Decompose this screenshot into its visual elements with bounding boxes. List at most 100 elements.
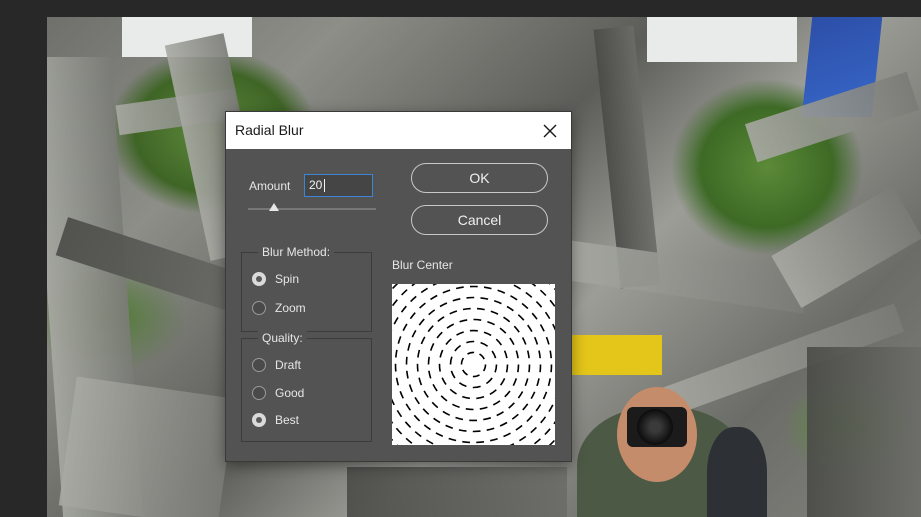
spin-arc — [479, 353, 485, 360]
amount-slider-thumb[interactable] — [268, 203, 279, 211]
spin-arc — [413, 414, 421, 422]
metal-beam — [771, 186, 921, 308]
amount-value: 20 — [309, 178, 323, 192]
radio-spin-button[interactable] — [252, 272, 266, 286]
ok-button[interactable]: OK — [411, 163, 548, 193]
spin-arc — [525, 291, 533, 298]
spin-arc — [540, 416, 547, 424]
amount-slider-track[interactable] — [248, 208, 376, 210]
spin-arc — [506, 305, 514, 312]
blur-center-label: Blur Center — [392, 258, 453, 272]
spin-arc — [536, 378, 540, 387]
quality-legend: Quality: — [258, 331, 307, 345]
radio-best-button[interactable] — [252, 413, 266, 427]
dialog-title: Radial Blur — [235, 122, 304, 138]
spin-arc — [522, 403, 529, 411]
spin-arc — [496, 411, 504, 417]
sky-patch — [647, 17, 797, 62]
spin-arc — [397, 336, 402, 344]
spin-arc — [395, 427, 403, 435]
radio-good-button[interactable] — [252, 386, 266, 400]
spin-arc — [539, 289, 547, 297]
spin-arc — [542, 391, 548, 400]
spin-arc — [530, 391, 536, 400]
text-caret — [324, 179, 325, 192]
spin-arc — [503, 350, 508, 359]
spin-arc — [430, 294, 438, 301]
spin-arc — [452, 298, 461, 302]
spin-arc — [450, 370, 456, 379]
spin-arc — [435, 432, 444, 437]
spin-arc — [482, 364, 487, 372]
close-icon[interactable] — [535, 116, 565, 146]
spin-arc — [495, 338, 503, 346]
spin-arc — [439, 302, 448, 308]
spin-arc — [438, 363, 441, 372]
spin-arc — [462, 307, 471, 311]
spin-arc — [472, 385, 481, 389]
spin-arc — [455, 416, 464, 421]
spin-arc — [480, 297, 489, 300]
spin-arc — [452, 403, 460, 409]
spin-arc — [462, 395, 470, 400]
spin-arc — [410, 295, 417, 303]
radio-best-label: Best — [275, 413, 300, 427]
radio-draft-button[interactable] — [252, 358, 266, 372]
spin-arc — [395, 377, 400, 386]
spin-arc — [392, 299, 398, 307]
spin-arc — [406, 370, 409, 379]
spin-arc — [531, 312, 538, 320]
radio-spin[interactable]: Spin — [252, 270, 299, 288]
spin-arc — [409, 312, 416, 320]
spin-arc — [505, 364, 509, 373]
spin-arc — [503, 432, 511, 438]
metal-beam — [807, 347, 921, 517]
dialog-titlebar[interactable]: Radial Blur — [226, 112, 571, 149]
spin-arc — [511, 413, 519, 420]
spin-arc — [411, 284, 416, 287]
spin-arc — [411, 329, 417, 338]
spin-arc — [428, 309, 436, 316]
spin-arc — [548, 439, 555, 445]
spin-arc — [513, 325, 520, 333]
spin-arc — [392, 284, 399, 290]
spin-arc — [442, 289, 451, 294]
spin-arc — [485, 377, 493, 385]
spin-arc — [553, 421, 555, 425]
blur-center-preview[interactable] — [392, 284, 555, 445]
spin-arc — [448, 437, 457, 442]
spin-arc — [509, 337, 515, 346]
spin-arc — [486, 427, 495, 431]
cancel-button[interactable]: Cancel — [411, 205, 548, 235]
radio-zoom-label: Zoom — [275, 301, 306, 315]
spin-arc — [483, 417, 492, 421]
spin-arc — [549, 299, 555, 307]
spin-arc — [418, 318, 425, 326]
metal-beam — [565, 240, 809, 314]
radio-draft[interactable]: Draft — [252, 356, 301, 374]
spin-arc — [549, 350, 552, 359]
spin-arc — [427, 356, 430, 365]
radio-good[interactable]: Good — [252, 384, 304, 402]
spin-arc — [419, 302, 426, 309]
spin-arc — [530, 426, 537, 434]
spin-arc — [392, 438, 394, 442]
spin-arc — [512, 378, 518, 386]
spin-arc — [428, 370, 432, 379]
spin-arc — [454, 344, 462, 352]
spin-arc — [427, 325, 434, 333]
spin-arc — [467, 351, 475, 355]
radio-zoom[interactable]: Zoom — [252, 299, 306, 317]
amount-input[interactable]: 20 — [304, 174, 373, 197]
spin-arc — [423, 390, 429, 398]
spin-arc — [414, 397, 420, 405]
spin-arc — [535, 404, 542, 412]
spin-arc — [460, 357, 465, 365]
amount-label: Amount — [249, 179, 291, 193]
radio-best[interactable]: Best — [252, 411, 299, 429]
spin-arc — [544, 428, 551, 436]
spin-arc — [517, 314, 525, 321]
radio-zoom-button[interactable] — [252, 301, 266, 315]
spin-arc — [401, 289, 408, 296]
spin-arc — [510, 295, 518, 301]
